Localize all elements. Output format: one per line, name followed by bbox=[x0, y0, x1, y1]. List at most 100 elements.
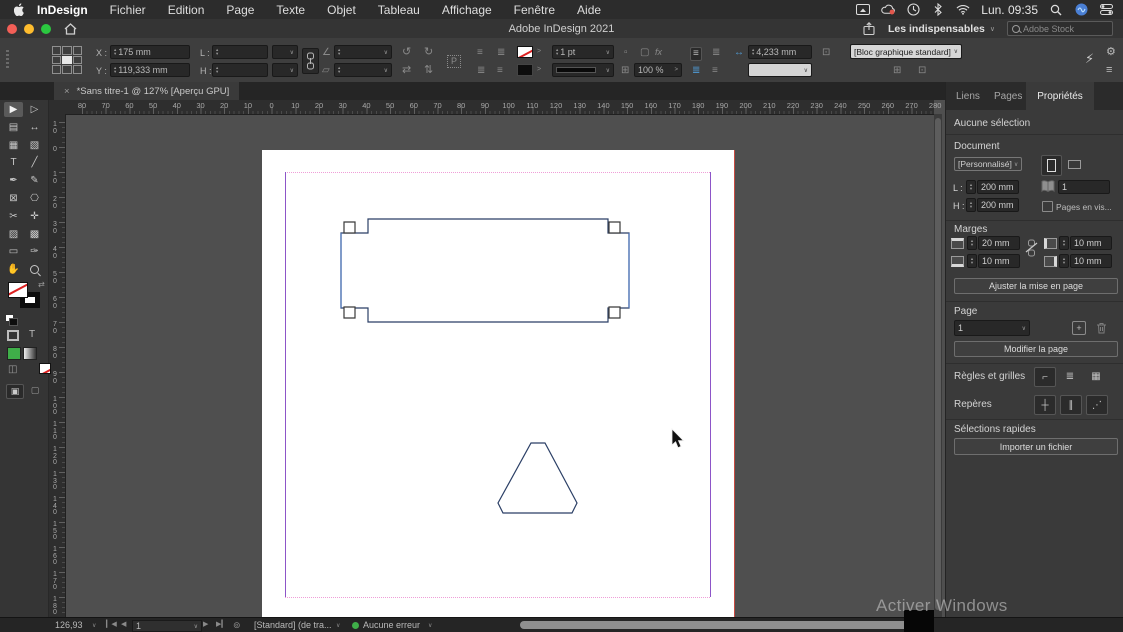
panel-grip[interactable] bbox=[6, 50, 9, 70]
content-collector-tool[interactable]: ▦ bbox=[4, 138, 23, 153]
apply-none-button[interactable] bbox=[39, 363, 51, 374]
menu-item-affichage[interactable]: Affichage bbox=[431, 3, 503, 17]
focus-mode-icon[interactable] bbox=[906, 3, 920, 16]
style-override-icon[interactable]: ⊞ bbox=[893, 66, 901, 76]
align-icon[interactable]: ≡ bbox=[477, 48, 483, 58]
opacity-field[interactable]: 100 % > bbox=[634, 63, 682, 77]
page-number-field[interactable]: 1 ∨ bbox=[132, 620, 202, 632]
stroke-dropdown-icon[interactable]: > bbox=[537, 66, 541, 73]
apply-color-button[interactable] bbox=[7, 347, 21, 360]
stroke-type-dropdown[interactable]: ∨ bbox=[552, 63, 614, 77]
scissors-tool[interactable]: ✂ bbox=[4, 209, 23, 224]
margin-left-field[interactable]: 10 mm bbox=[1070, 236, 1112, 250]
current-page-dropdown[interactable]: 1 ∨ bbox=[954, 320, 1030, 336]
page-tool[interactable]: ▤ bbox=[4, 120, 23, 135]
direct-selection-tool[interactable]: ▷ bbox=[25, 102, 44, 117]
reference-point-proxy[interactable] bbox=[52, 46, 82, 74]
width-field[interactable]: ▴ ▾ bbox=[212, 45, 268, 59]
fill-swatch-none[interactable] bbox=[517, 46, 533, 58]
gap-tool[interactable]: ↔ bbox=[25, 120, 44, 135]
formatting-affects-text-icon[interactable]: T bbox=[29, 329, 35, 340]
apple-menu-icon[interactable] bbox=[12, 3, 26, 16]
panel-menu-icon[interactable]: ≡ bbox=[1106, 65, 1112, 76]
menu-item-tableau[interactable]: Tableau bbox=[367, 3, 431, 17]
next-page-button[interactable]: ▶ bbox=[203, 620, 208, 628]
type-tool[interactable]: T bbox=[4, 155, 23, 170]
tab-pages[interactable]: Pages bbox=[986, 82, 1030, 110]
tab-liens[interactable]: Liens bbox=[948, 82, 988, 110]
import-file-button[interactable]: Importer un fichier bbox=[954, 438, 1118, 455]
menu-item-objet[interactable]: Objet bbox=[316, 3, 367, 17]
align-icon[interactable]: ≣ bbox=[497, 48, 505, 58]
pen-tool[interactable]: ✒ bbox=[4, 173, 23, 188]
tab-proprietes[interactable]: Propriétés bbox=[1026, 82, 1094, 110]
errors-chevron-icon[interactable]: ∨ bbox=[428, 622, 432, 629]
wrap-options-icon[interactable]: ≣ bbox=[692, 66, 700, 76]
stepper-icon[interactable]: ▴ ▾ bbox=[114, 65, 116, 74]
bluetooth-icon[interactable] bbox=[931, 3, 945, 16]
facing-pages-checkbox[interactable] bbox=[1042, 201, 1053, 212]
corner-shape-icon[interactable]: ▢ bbox=[640, 48, 649, 58]
smart-guides-icon[interactable]: ⋰ bbox=[1086, 395, 1108, 415]
menu-item-fichier[interactable]: Fichier bbox=[99, 3, 157, 17]
baseline-grid-icon[interactable]: ≣ bbox=[1060, 367, 1080, 385]
pencil-tool[interactable]: ✎ bbox=[25, 173, 44, 188]
gap-size-field[interactable]: ▴ ▾ 4,233 mm bbox=[748, 45, 812, 59]
margin-bottom-field[interactable]: 10 mm bbox=[978, 254, 1020, 268]
text-wrap-none-icon[interactable]: ≡ bbox=[690, 47, 702, 61]
quick-actions-lightning-icon[interactable]: ⚡ bbox=[1085, 52, 1094, 65]
page-count-field[interactable]: 1 bbox=[1058, 180, 1110, 194]
profile-chevron-icon[interactable]: ∨ bbox=[336, 622, 340, 629]
screen-mode-normal-button[interactable]: ▣ bbox=[6, 384, 24, 399]
rotation-angle-field[interactable]: ▴ ▾ ∨ bbox=[334, 45, 392, 59]
height-field[interactable]: ▴ ▾ bbox=[212, 63, 268, 77]
siri-icon[interactable] bbox=[1074, 3, 1088, 16]
wifi-icon[interactable] bbox=[956, 3, 970, 16]
auto-fit-icon[interactable]: ⊞ bbox=[621, 66, 629, 76]
effects-fx-icon[interactable]: fx bbox=[655, 48, 662, 57]
reference-point-p-icon[interactable]: P bbox=[447, 55, 462, 68]
zoom-tool[interactable] bbox=[25, 262, 44, 277]
menu-item-fenêtre[interactable]: Fenêtre bbox=[503, 3, 566, 17]
text-wrap-around-icon[interactable]: ≣ bbox=[712, 48, 720, 58]
previous-page-button[interactable]: ◀ bbox=[121, 620, 126, 628]
horizontal-scrollbar-thumb[interactable] bbox=[520, 621, 930, 629]
margin-top-stepper[interactable]: ▴ ▾ bbox=[967, 236, 977, 250]
style-preview-dropdown[interactable]: ∨ bbox=[748, 63, 812, 77]
doc-width-stepper[interactable]: ▴ ▾ bbox=[966, 180, 976, 194]
presentation-mode-icon[interactable]: ◫ bbox=[8, 364, 17, 375]
distribute-icon[interactable]: ≣ bbox=[477, 66, 485, 76]
zoom-level-value[interactable]: 126,93 bbox=[55, 620, 83, 630]
shape-tool[interactable]: ⎔ bbox=[25, 191, 44, 206]
stepper-icon[interactable]: ▴ ▾ bbox=[114, 47, 116, 56]
flip-vertical-icon[interactable]: ⇅ bbox=[424, 65, 433, 76]
doc-height-field[interactable]: 200 mm bbox=[977, 198, 1019, 212]
horizontal-ruler[interactable]: 80 70 60 50 40 30 20 10 0 10 20 30 40 50 60 70 80 90 100 11… bbox=[48, 100, 941, 115]
apply-gradient-button[interactable] bbox=[23, 347, 37, 360]
corner-options-icon[interactable]: ▫ bbox=[624, 48, 628, 58]
clear-overrides-icon[interactable]: ⊡ bbox=[918, 66, 926, 76]
margin-left-stepper[interactable]: ▴ ▾ bbox=[1059, 236, 1069, 250]
rotate-ccw-icon[interactable]: ↺ bbox=[402, 47, 411, 58]
margin-right-stepper[interactable]: ▴ ▾ bbox=[1059, 254, 1069, 268]
distribute-icon[interactable]: ≡ bbox=[497, 66, 503, 76]
workspace-switcher[interactable]: Les indispensables ∨ bbox=[888, 23, 995, 35]
flip-horizontal-icon[interactable]: ⇄ bbox=[402, 65, 411, 76]
preflight-status[interactable]: Aucune erreur bbox=[363, 620, 420, 630]
doc-width-field[interactable]: 200 mm bbox=[977, 180, 1019, 194]
rectangle-frame-tool[interactable]: ⊠ bbox=[4, 191, 23, 206]
add-page-button[interactable]: + bbox=[1072, 321, 1086, 335]
y-position-field[interactable]: ▴ ▾ 119,333 mm bbox=[110, 63, 190, 77]
share-icon[interactable] bbox=[862, 22, 876, 35]
document-preset-dropdown[interactable]: [Personnalisé] ∨ bbox=[954, 157, 1022, 171]
selection-tool[interactable]: ▶ bbox=[4, 102, 23, 117]
lock-guides-icon[interactable]: ∥ bbox=[1060, 395, 1082, 415]
delete-page-icon[interactable] bbox=[1096, 321, 1107, 339]
menu-item-aide[interactable]: Aide bbox=[566, 3, 612, 17]
line-tool[interactable]: ╱ bbox=[25, 155, 44, 170]
edit-page-button[interactable]: Modifier la page bbox=[954, 341, 1118, 357]
preflight-icon[interactable]: ⊚ bbox=[233, 620, 241, 631]
corner-link-icon[interactable]: ⊡ bbox=[822, 48, 830, 58]
margin-right-field[interactable]: 10 mm bbox=[1070, 254, 1112, 268]
document-page[interactable] bbox=[262, 150, 735, 617]
